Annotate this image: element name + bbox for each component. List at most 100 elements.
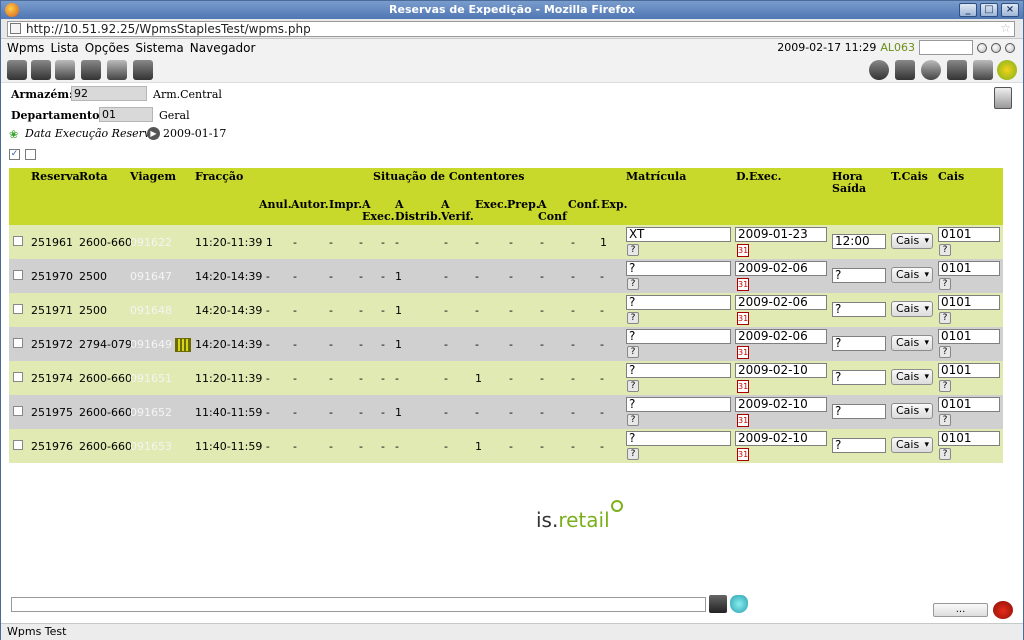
more-button[interactable]: ... bbox=[933, 603, 988, 617]
save-icon[interactable] bbox=[31, 60, 51, 80]
cais-lookup-button[interactable]: ? bbox=[939, 414, 951, 426]
calendar-icon[interactable]: 31 bbox=[737, 380, 749, 393]
dexec-input[interactable]: 2009-02-10 bbox=[735, 363, 827, 378]
armazem-field[interactable]: 92 bbox=[71, 86, 147, 101]
cell-viagem[interactable]: 091651 bbox=[130, 372, 172, 385]
cais-input[interactable]: 0101 bbox=[938, 295, 1000, 310]
circle-icon-3[interactable] bbox=[1005, 42, 1015, 53]
calendar-icon[interactable]: 31 bbox=[737, 312, 749, 325]
url-input[interactable]: http://10.51.92.25/WpmsStaplesTest/wpms.… bbox=[7, 21, 1015, 37]
row-checkbox[interactable] bbox=[13, 304, 23, 314]
hora-saida-input[interactable]: ? bbox=[832, 268, 886, 283]
tcais-select[interactable]: Cais bbox=[891, 335, 933, 351]
calendar-icon[interactable]: 31 bbox=[737, 278, 749, 291]
row-checkbox[interactable] bbox=[13, 372, 23, 382]
command-input[interactable] bbox=[11, 597, 706, 612]
circle-icon-2[interactable] bbox=[991, 42, 1001, 53]
secondary-checkbox[interactable] bbox=[25, 149, 36, 160]
dexec-input[interactable]: 2009-02-10 bbox=[735, 431, 827, 446]
cais-input[interactable]: 0101 bbox=[938, 227, 1000, 242]
cais-input[interactable]: 0101 bbox=[938, 431, 1000, 446]
globe-icon[interactable] bbox=[997, 60, 1017, 80]
cais-input[interactable]: 0101 bbox=[938, 329, 1000, 344]
hora-saida-input[interactable]: ? bbox=[832, 302, 886, 317]
stamp-icon[interactable] bbox=[947, 60, 967, 80]
dexec-input[interactable]: 2009-02-10 bbox=[735, 397, 827, 412]
row-checkbox[interactable] bbox=[13, 338, 23, 348]
printer-list-icon[interactable] bbox=[895, 60, 915, 80]
row-checkbox[interactable] bbox=[13, 406, 23, 416]
row-checkbox[interactable] bbox=[13, 236, 23, 246]
select-all-checkbox[interactable]: ✓ bbox=[9, 149, 20, 160]
matricula-input[interactable]: ? bbox=[626, 431, 731, 446]
cell-viagem[interactable]: 091652 bbox=[130, 406, 172, 419]
close-button[interactable]: × bbox=[1001, 3, 1019, 17]
hora-saida-input[interactable]: ? bbox=[832, 404, 886, 419]
minimize-button[interactable]: _ bbox=[959, 3, 977, 17]
tcais-select[interactable]: Cais bbox=[891, 301, 933, 317]
hora-saida-input[interactable]: ? bbox=[832, 370, 886, 385]
row-checkbox[interactable] bbox=[13, 440, 23, 450]
matricula-input[interactable]: ? bbox=[626, 295, 731, 310]
lifebuoy-icon[interactable] bbox=[921, 60, 941, 80]
matricula-lookup-button[interactable]: ? bbox=[627, 346, 639, 358]
matricula-input[interactable]: ? bbox=[626, 261, 731, 276]
menu-item-wpms[interactable]: Wpms bbox=[7, 41, 44, 55]
dexec-input[interactable]: 2009-01-23 bbox=[735, 227, 827, 242]
print-icon[interactable] bbox=[7, 60, 27, 80]
cais-lookup-button[interactable]: ? bbox=[939, 380, 951, 392]
cell-viagem[interactable]: 091622 bbox=[130, 236, 172, 249]
departamento-field[interactable]: 01 bbox=[99, 107, 153, 122]
cell-viagem[interactable]: 091648 bbox=[130, 304, 172, 317]
tcais-select[interactable]: Cais bbox=[891, 233, 933, 249]
hora-saida-input[interactable]: ? bbox=[832, 336, 886, 351]
arrow-right-icon[interactable]: ▶ bbox=[147, 127, 160, 140]
circle-icon-1[interactable] bbox=[977, 42, 987, 53]
dexec-input[interactable]: 2009-02-06 bbox=[735, 329, 827, 344]
calendar-icon[interactable]: 31 bbox=[737, 448, 749, 461]
cais-input[interactable]: 0101 bbox=[938, 261, 1000, 276]
dexec-input[interactable]: 2009-02-06 bbox=[735, 295, 827, 310]
calendar-icon[interactable]: 31 bbox=[737, 414, 749, 427]
calendar-icon[interactable]: 31 bbox=[737, 244, 749, 257]
trash-icon[interactable] bbox=[994, 87, 1012, 109]
matricula-input[interactable]: ? bbox=[626, 329, 731, 344]
cell-viagem[interactable]: 091649 bbox=[130, 338, 172, 351]
matricula-lookup-button[interactable]: ? bbox=[627, 278, 639, 290]
menu-item-lista[interactable]: Lista bbox=[50, 41, 78, 55]
cais-lookup-button[interactable]: ? bbox=[939, 244, 951, 256]
row-checkbox[interactable] bbox=[13, 270, 23, 280]
filter-icon[interactable] bbox=[730, 595, 748, 613]
dexec-input[interactable]: 2009-02-06 bbox=[735, 261, 827, 276]
book-icon[interactable] bbox=[55, 60, 75, 80]
box-icon[interactable] bbox=[81, 60, 101, 80]
user-icon[interactable] bbox=[973, 60, 993, 80]
tcais-select[interactable]: Cais bbox=[891, 437, 933, 453]
cais-lookup-button[interactable]: ? bbox=[939, 448, 951, 460]
cell-viagem[interactable]: 091653 bbox=[130, 440, 172, 453]
tcais-select[interactable]: Cais bbox=[891, 403, 933, 419]
matricula-input[interactable]: XT bbox=[626, 227, 731, 242]
calendar-grid-icon[interactable] bbox=[175, 338, 191, 352]
cais-input[interactable]: 0101 bbox=[938, 363, 1000, 378]
maximize-button[interactable]: □ bbox=[980, 3, 998, 17]
matricula-input[interactable]: ? bbox=[626, 397, 731, 412]
cais-lookup-button[interactable]: ? bbox=[939, 278, 951, 290]
matricula-lookup-button[interactable]: ? bbox=[627, 244, 639, 256]
tcais-select[interactable]: Cais bbox=[891, 267, 933, 283]
menu-item-navegador[interactable]: Navegador bbox=[190, 41, 256, 55]
cell-viagem[interactable]: 091647 bbox=[130, 270, 172, 283]
truck-icon[interactable] bbox=[133, 60, 153, 80]
quick-input[interactable] bbox=[919, 40, 973, 55]
ladybug-icon[interactable] bbox=[993, 601, 1013, 619]
binoculars-icon[interactable] bbox=[709, 595, 727, 613]
menu-item-opções[interactable]: Opções bbox=[85, 41, 130, 55]
refresh-icon[interactable] bbox=[869, 60, 889, 80]
menu-item-sistema[interactable]: Sistema bbox=[135, 41, 183, 55]
scissors-icon[interactable] bbox=[107, 60, 127, 80]
cais-lookup-button[interactable]: ? bbox=[939, 312, 951, 324]
calendar-icon[interactable]: 31 bbox=[737, 346, 749, 359]
matricula-lookup-button[interactable]: ? bbox=[627, 312, 639, 324]
matricula-lookup-button[interactable]: ? bbox=[627, 414, 639, 426]
hora-saida-input[interactable]: ? bbox=[832, 438, 886, 453]
